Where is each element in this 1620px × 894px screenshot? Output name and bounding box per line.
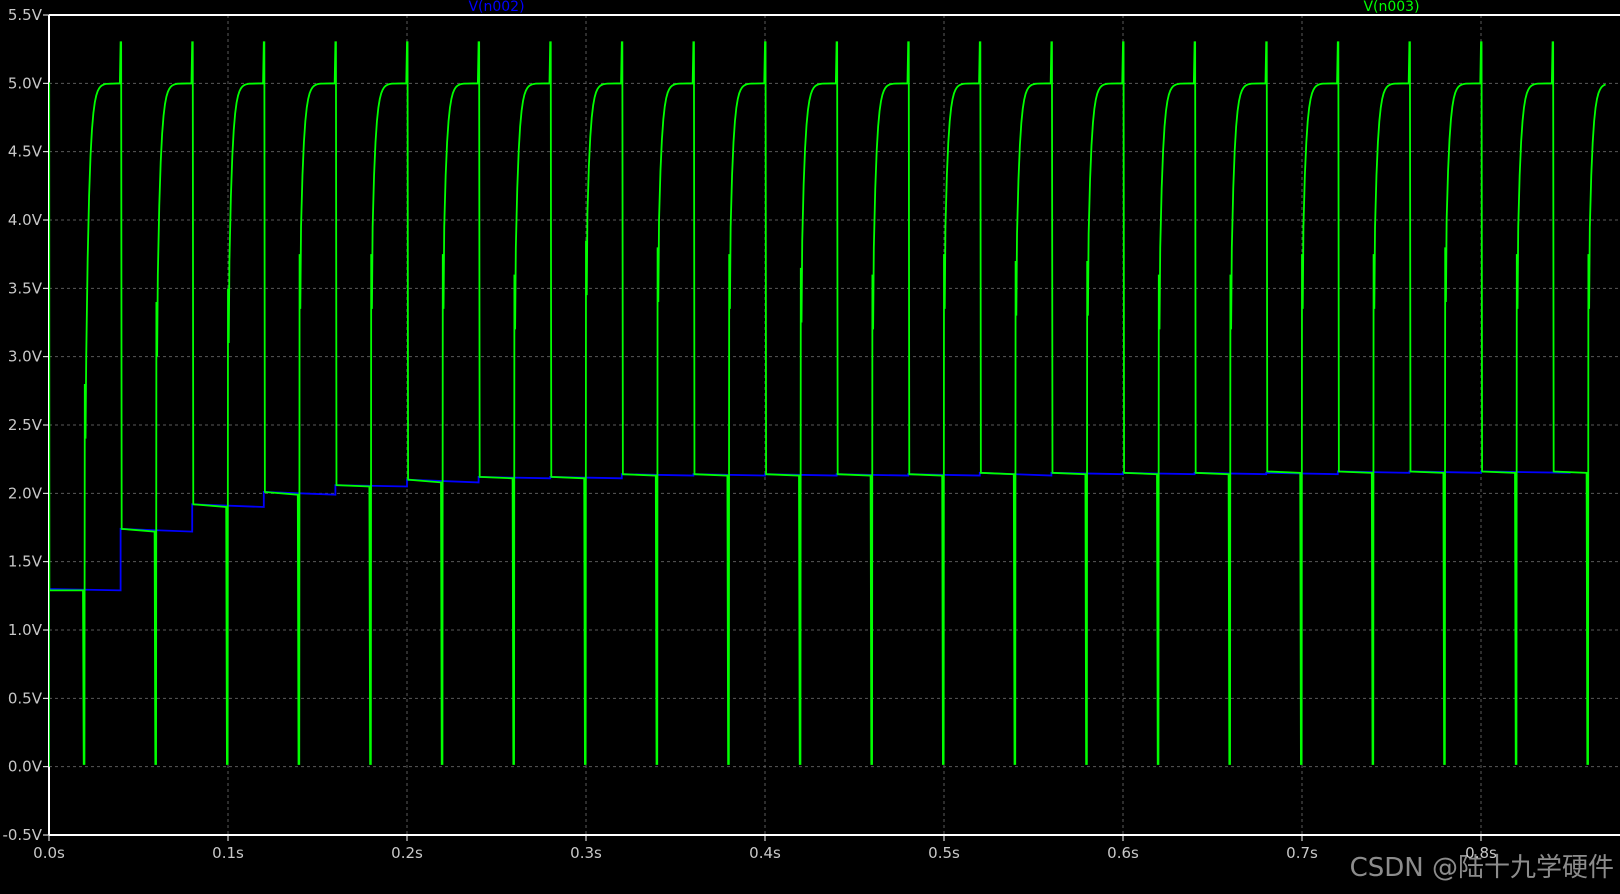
trace-label-vn003[interactable]: V(n003) <box>1363 0 1419 15</box>
waveform-plot[interactable]: 5.5V 5.0V 4.5V 4.0V 3.5V 3.0V 2.5V 2.0V 1.5V 1.0V… <box>0 0 1620 894</box>
x-tick-label: 0.5s <box>928 844 960 862</box>
x-tick-label: 0.3s <box>570 844 602 862</box>
x-tick-label: 0.1s <box>212 844 244 862</box>
x-tick-label: 0.6s <box>1107 844 1139 862</box>
trace-v-n002 <box>49 470 1571 767</box>
y-tick-label: 1.0V <box>8 621 43 639</box>
waveform-viewer: 5.5V 5.0V 4.5V 4.0V 3.5V 3.0V 2.5V 2.0V 1.5V 1.0V… <box>0 0 1620 894</box>
y-tick-label: 4.0V <box>8 211 43 229</box>
y-tick-label: 3.5V <box>8 279 43 297</box>
y-tick-label: 5.5V <box>8 6 43 24</box>
trace-v-n003 <box>49 41 1606 767</box>
grid <box>49 15 1620 835</box>
y-tick-label: 2.0V <box>8 484 43 502</box>
y-tick-label: 0.5V <box>8 689 43 707</box>
y-tick-label: 4.5V <box>8 143 43 161</box>
trace-label-vn002[interactable]: V(n002) <box>468 0 524 15</box>
y-tick-label: 5.0V <box>8 74 43 92</box>
y-tick-label: 2.5V <box>8 416 43 434</box>
x-tick-label: 0.7s <box>1286 844 1318 862</box>
x-tick-label: 0.4s <box>749 844 781 862</box>
x-tick-label: 0.0s <box>33 844 65 862</box>
y-tick-label: 0.0V <box>8 758 43 776</box>
y-tick-label: 3.0V <box>8 348 43 366</box>
y-tick-label: -0.5V <box>2 826 42 844</box>
watermark: CSDN @陆十九学硬件 <box>1349 853 1614 883</box>
y-tick-label: 1.5V <box>8 553 43 571</box>
x-tick-label: 0.2s <box>391 844 423 862</box>
